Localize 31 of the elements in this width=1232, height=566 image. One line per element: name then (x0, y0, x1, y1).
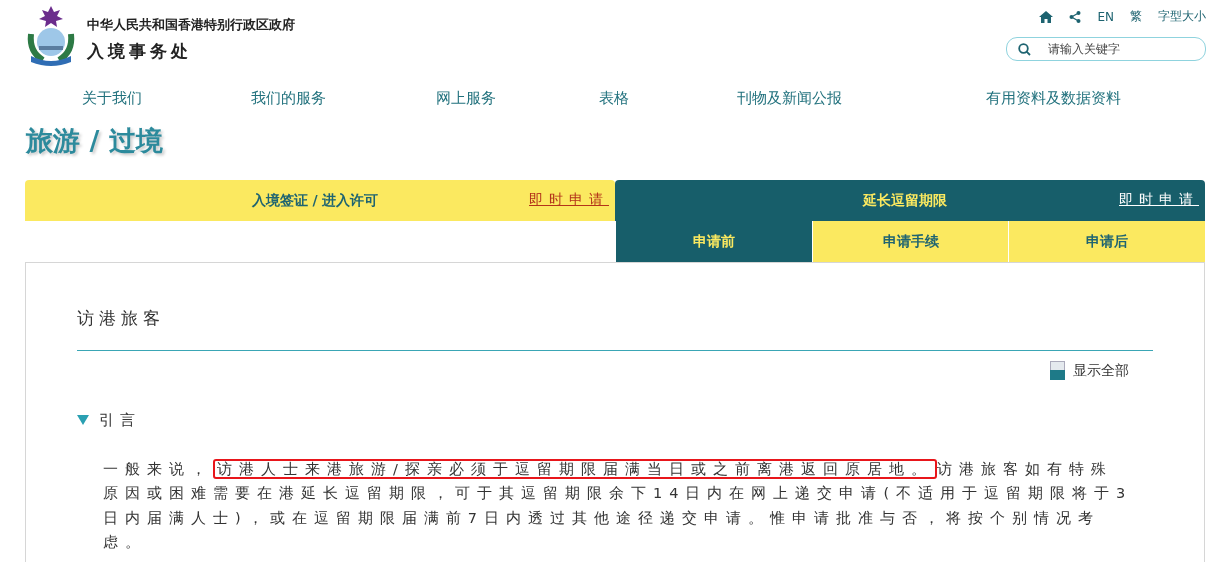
department-name: 入境事务处 (87, 40, 193, 63)
accordion-header[interactable]: 引言 (77, 410, 141, 430)
apply-link[interactable]: 即时申请 (1119, 191, 1199, 209)
sub-tab[interactable]: 申请后 (1008, 221, 1205, 262)
nav-link[interactable]: 关于我们 (82, 89, 142, 108)
utility-link[interactable]: EN (1097, 9, 1114, 24)
apply-link[interactable]: 即时申请 (529, 191, 609, 209)
show-all-toggle[interactable]: 显示全部 (1050, 361, 1129, 380)
toggle-icon (1050, 361, 1065, 380)
government-name: 中华人民共和国香港特别行政区政府 (87, 16, 295, 34)
nav-link[interactable]: 刊物及新闻公报 (737, 89, 842, 108)
share-icon[interactable] (1069, 10, 1082, 23)
utility-link[interactable]: 字型大小 (1158, 8, 1206, 25)
home-icon[interactable] (1039, 10, 1054, 23)
search-icon (1018, 43, 1031, 56)
tab[interactable]: 入境签证 / 进入许可 即时申请 (25, 180, 615, 221)
search-field[interactable]: 请输入关键字 (1006, 37, 1206, 61)
nav-link[interactable]: 网上服务 (436, 89, 496, 108)
nav-link[interactable]: 表格 (599, 89, 629, 108)
section-title: 访港旅客 (77, 307, 165, 330)
sub-tab[interactable]: 申请手续 (812, 221, 1008, 262)
tab-label: 延长逗留期限 (863, 191, 947, 210)
tab[interactable]: 延长逗留期限 即时申请 (615, 180, 1205, 221)
paragraph: 一般来说， 访港人士来港旅游/探亲必须于逗留期限届满当日或之前离港返回原居地。 访港旅客如有特殊原因或困难需要在港延长逗留期限，可于其逗留期限余下14日内在网上递交申请(不适用于逗留期限将于3日内届满人士)，或在逗留期限届满前7日内透过其他途径递交申请。惟申请批准与否，将按个别情况考虑。 (103, 457, 1133, 552)
utility-link[interactable]: 繁 (1130, 8, 1142, 25)
page-title: 旅游 / 过境 (26, 124, 163, 158)
tab-label: 入境签证 / 进入许可 (251, 191, 379, 210)
nav-link[interactable]: 有用资料及数据资料 (986, 89, 1121, 108)
nav-link[interactable]: 我们的服务 (251, 89, 326, 108)
logo (25, 4, 77, 66)
sub-tab[interactable]: 申请前 (615, 221, 812, 262)
